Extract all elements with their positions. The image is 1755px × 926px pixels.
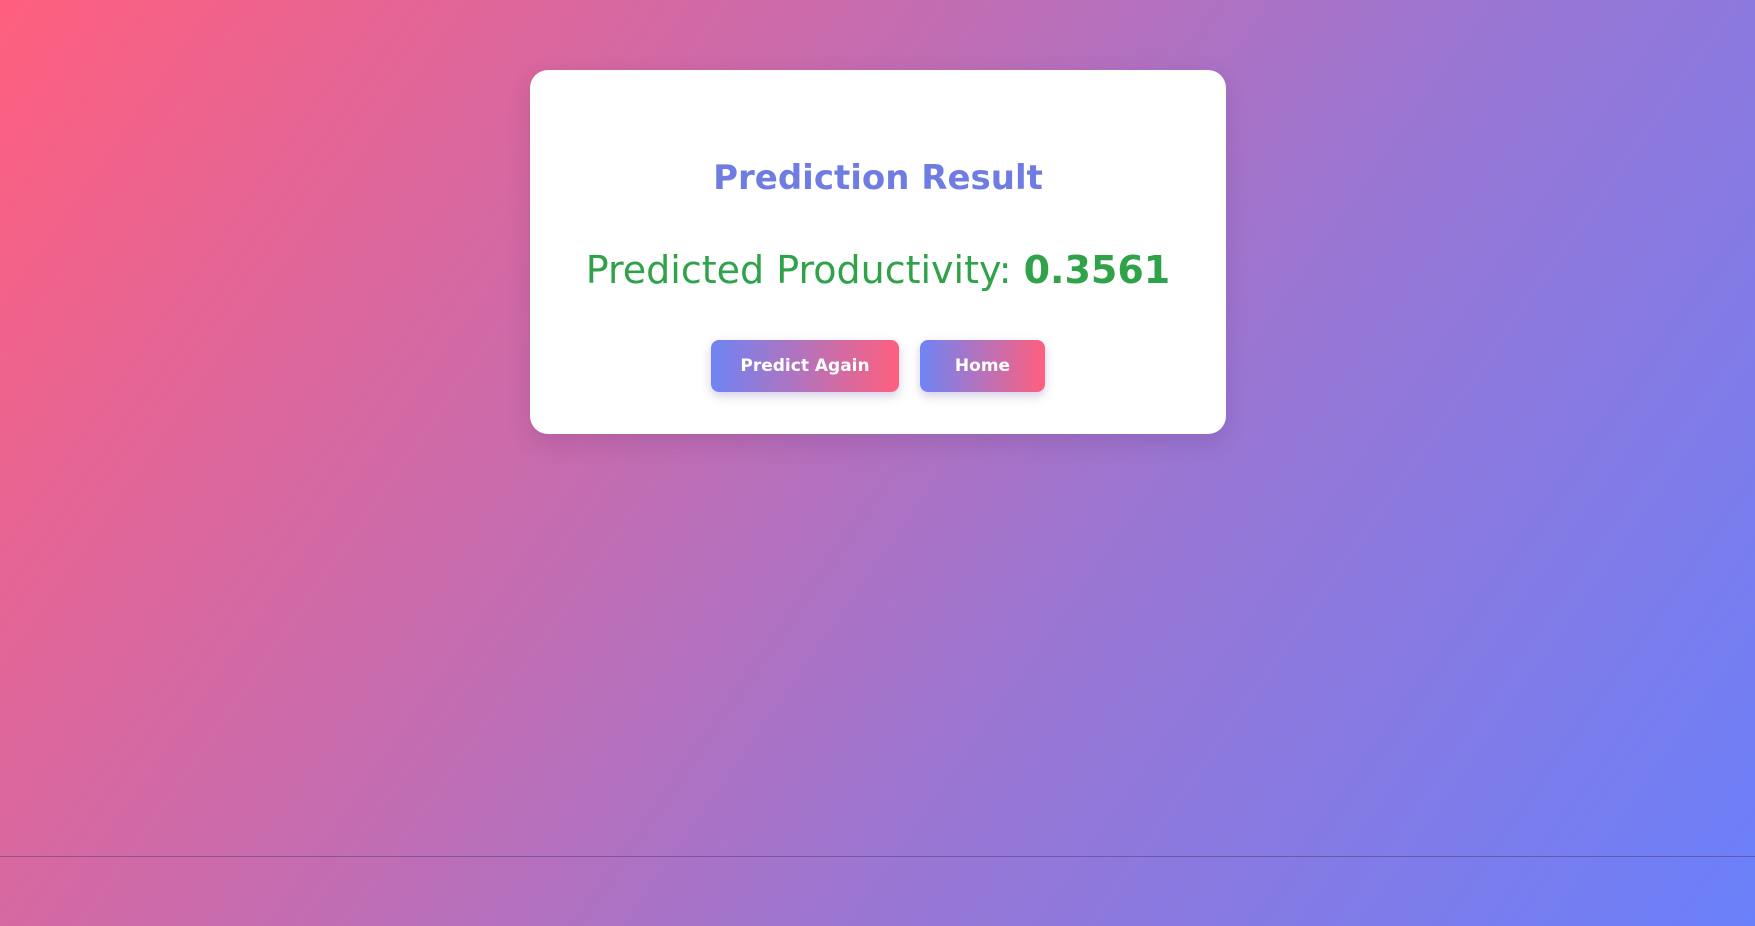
- prediction-result-text: Predicted Productivity: 0.3561: [530, 248, 1226, 294]
- predict-again-button[interactable]: Predict Again: [711, 340, 899, 392]
- prediction-result-card: Prediction Result Predicted Productivity…: [530, 70, 1226, 434]
- result-value: 0.3561: [1023, 248, 1171, 292]
- page-title: Prediction Result: [713, 158, 1043, 198]
- home-button[interactable]: Home: [920, 340, 1045, 392]
- action-buttons: Predict Again Home: [530, 340, 1226, 392]
- footer-divider: [0, 856, 1755, 857]
- result-label: Predicted Productivity:: [585, 248, 1024, 292]
